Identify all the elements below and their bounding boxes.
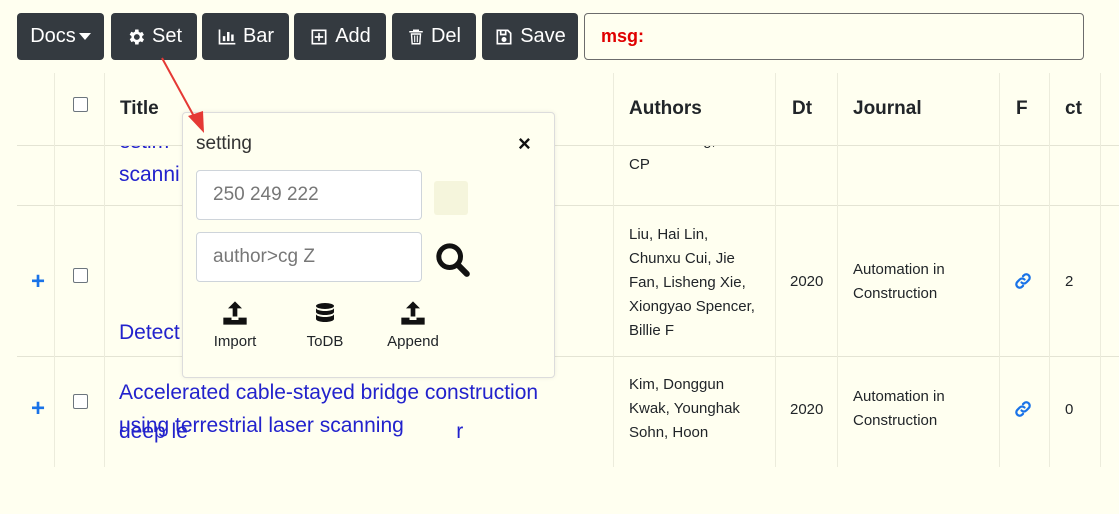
floppy-disk-icon [496, 29, 512, 44]
row-journal: Automation in Construction [853, 261, 945, 302]
caret-down-icon [78, 33, 91, 40]
upload-icon [401, 301, 425, 325]
bar-chart-icon [218, 29, 236, 44]
header-file[interactable]: F [1016, 73, 1028, 145]
row-authors: Kim, Donggun Kwak, Younghak Sohn, Hoon [629, 376, 740, 441]
setting-popup: setting × 250 249 222 author>cg Z Import… [182, 112, 555, 378]
color-swatch[interactable] [434, 181, 468, 215]
set-label: Set [151, 25, 183, 47]
popup-title: setting [196, 133, 252, 154]
bar-button[interactable]: Bar [202, 13, 289, 60]
docs-label: Docs [30, 25, 76, 47]
import-label: Import [213, 333, 257, 350]
message-label: msg: [601, 26, 645, 46]
search-input[interactable]: author>cg Z [196, 232, 422, 282]
header-title[interactable]: Title [120, 73, 159, 145]
add-button[interactable]: Add [294, 13, 386, 60]
row-count: 2 [1065, 273, 1074, 290]
add-label: Add [335, 25, 371, 47]
row-date: 2020 [790, 273, 824, 290]
color-input[interactable]: 250 249 222 [196, 170, 422, 220]
save-label: Save [520, 25, 566, 47]
row-checkbox[interactable] [73, 394, 88, 409]
expand-icon[interactable]: + [31, 395, 45, 423]
import-button[interactable]: Import [205, 299, 265, 350]
save-button[interactable]: Save [482, 13, 578, 60]
trash-icon [409, 29, 423, 44]
toolbar: Docs Set Bar Add Del Save msg: [0, 0, 1119, 72]
row-authors: Liu, Hai Lin, Chunxu Cui, Jie Fan, Lishe… [629, 226, 755, 339]
todb-button[interactable]: ToDB [295, 299, 355, 350]
database-icon [316, 303, 334, 322]
search-icon[interactable] [433, 240, 473, 285]
append-label: Append [387, 333, 439, 350]
gear-icon [129, 29, 144, 44]
todb-label: ToDB [306, 333, 344, 350]
plus-square-icon [311, 29, 327, 44]
header-date[interactable]: Dt [792, 73, 812, 145]
delete-button[interactable]: Del [392, 13, 476, 60]
docs-dropdown-button[interactable]: Docs [17, 13, 104, 60]
select-all-checkbox[interactable] [73, 97, 88, 112]
set-button[interactable]: Set [111, 13, 197, 60]
bar-label: Bar [242, 25, 275, 47]
message-field[interactable]: msg: [584, 13, 1084, 60]
expand-icon[interactable]: + [31, 268, 45, 296]
link-icon[interactable] [1014, 272, 1032, 295]
close-icon[interactable]: × [518, 131, 531, 157]
header-authors[interactable]: Authors [629, 73, 702, 145]
row-date: 2020 [790, 401, 824, 418]
append-button[interactable]: Append [383, 299, 443, 350]
row-checkbox[interactable] [73, 268, 88, 283]
row-count: 0 [1065, 401, 1074, 418]
row-journal: Automation in Construction [853, 388, 945, 429]
del-label: Del [430, 25, 461, 47]
header-journal[interactable]: Journal [853, 73, 922, 145]
link-icon[interactable] [1014, 400, 1032, 423]
row-title[interactable]: Accelerated cable-stayed bridge construc… [119, 376, 538, 442]
header-count[interactable]: ct [1065, 73, 1082, 145]
upload-icon [223, 301, 247, 325]
